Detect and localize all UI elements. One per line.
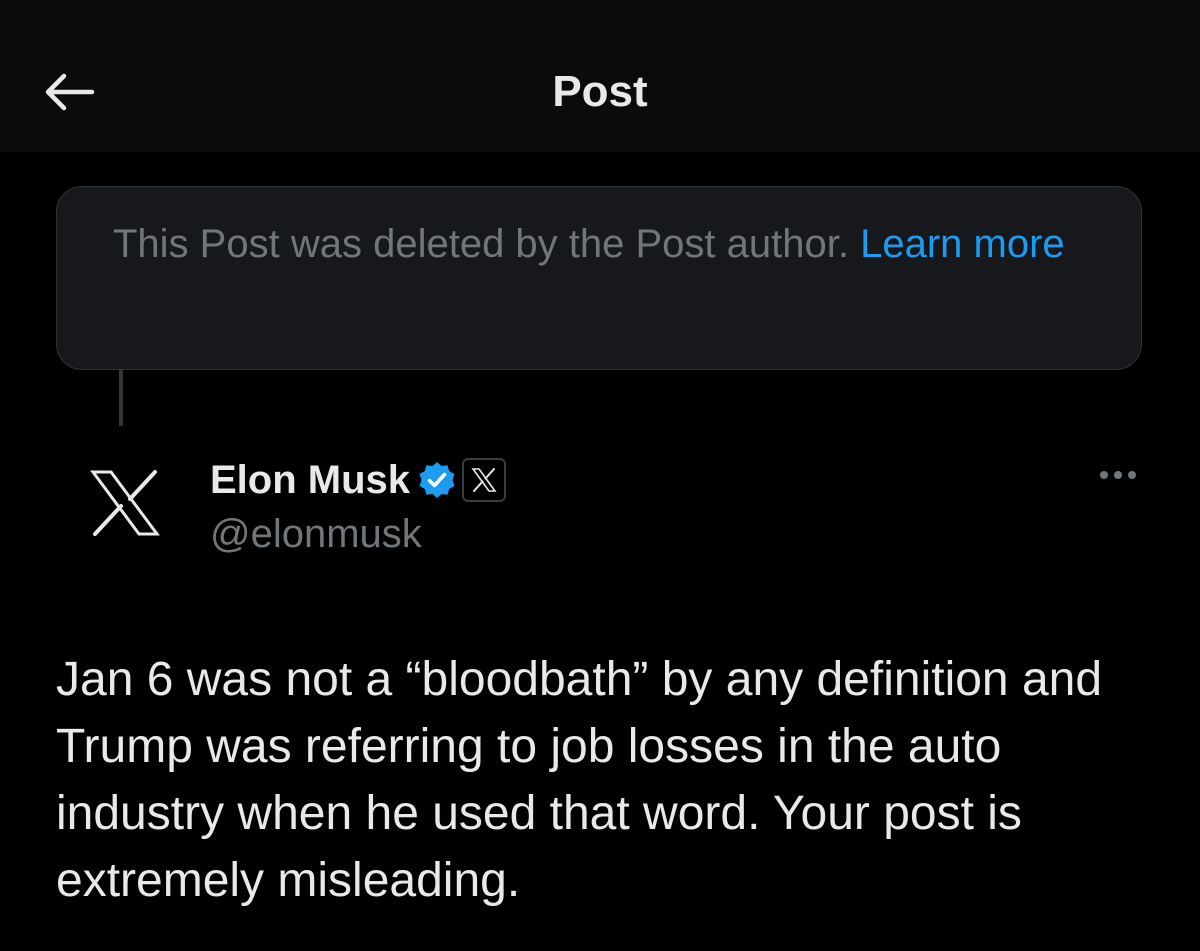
thread-connector-line (119, 370, 123, 426)
page-title: Post (552, 67, 648, 116)
author-handle[interactable]: @elonmusk (210, 508, 422, 560)
author-name-row: Elon Musk (210, 456, 507, 504)
deleted-post-notice: This Post was deleted by the Post author… (56, 186, 1142, 370)
x-affiliate-badge-icon (462, 458, 507, 502)
more-options-icon (1098, 468, 1138, 486)
author-name[interactable]: Elon Musk (210, 456, 410, 504)
top-bar: Post (0, 0, 1200, 152)
post-text: Jan 6 was not a “bloodbath” by any defin… (56, 653, 1103, 907)
more-options-button[interactable] (1094, 462, 1142, 492)
verified-badge-icon (418, 461, 456, 499)
learn-more-link[interactable]: Learn more (860, 222, 1065, 266)
deleted-notice-text: This Post was deleted by the Post author… (113, 222, 861, 266)
avatar[interactable] (80, 460, 170, 550)
x-logo-icon (89, 469, 161, 541)
